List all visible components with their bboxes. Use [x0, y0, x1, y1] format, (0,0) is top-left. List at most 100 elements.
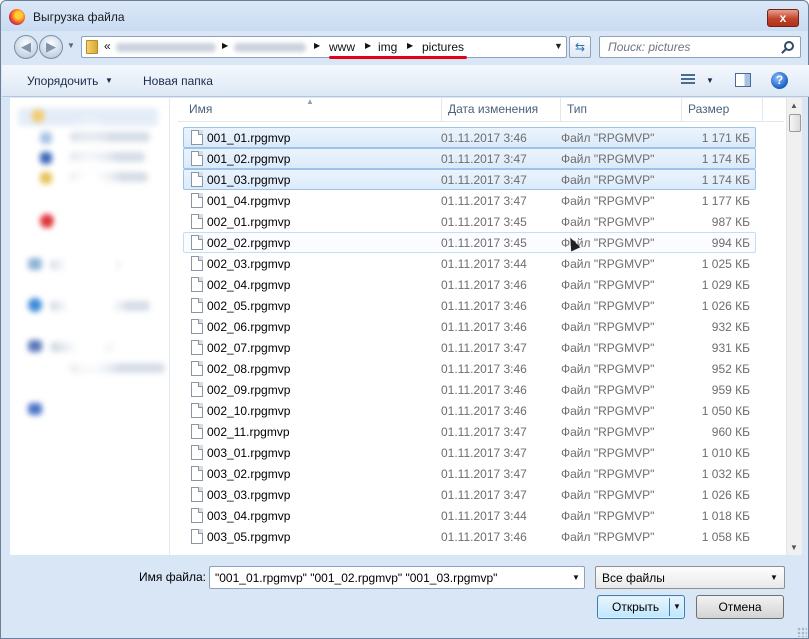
file-date: 01.11.2017 3:45: [441, 215, 527, 229]
refresh-button[interactable]: ⇆: [569, 36, 591, 58]
breadcrumb-arrow-icon[interactable]: ▶: [365, 41, 371, 50]
file-row[interactable]: 003_03.rpgmvp 01.11.2017 3:47 Файл "RPGMVP…: [183, 484, 756, 505]
pane-splitter[interactable]: [169, 98, 178, 555]
file-type: Файл "RPGMVP": [561, 404, 655, 418]
breadcrumb-overflow[interactable]: «: [104, 39, 111, 53]
recent-pages-caret[interactable]: ▼: [67, 41, 75, 50]
file-icon: [191, 193, 203, 208]
view-options-icon[interactable]: [681, 74, 695, 86]
breadcrumb-www[interactable]: www: [329, 40, 355, 54]
file-name: 002_09.rpgmvp: [207, 383, 291, 397]
file-name: 003_04.rpgmvp: [207, 509, 291, 523]
breadcrumb-arrow-icon[interactable]: ▶: [222, 41, 228, 50]
file-name: 002_08.rpgmvp: [207, 362, 291, 376]
file-row[interactable]: 003_02.rpgmvp 01.11.2017 3:47 Файл "RPGMVP…: [183, 463, 756, 484]
file-row[interactable]: 002_01.rpgmvp 01.11.2017 3:45 Файл "RPGMVP…: [183, 211, 756, 232]
scroll-thumb[interactable]: [789, 114, 801, 132]
file-row[interactable]: 003_04.rpgmvp 01.11.2017 3:44 Файл "RPGMVP…: [183, 505, 756, 526]
file-date: 01.11.2017 3:47: [441, 194, 527, 208]
file-type: Файл "RPGMVP": [561, 362, 655, 376]
organize-button[interactable]: Упорядочить: [27, 74, 98, 88]
column-name[interactable]: Имя: [189, 102, 212, 116]
file-size: 960 КБ: [711, 425, 750, 439]
column-separator[interactable]: [762, 98, 763, 122]
file-icon: [191, 277, 203, 292]
file-list[interactable]: ▲ Имя Дата изменения Тип Размер 001_01.r…: [178, 98, 784, 555]
chevron-down-icon[interactable]: ▼: [105, 76, 113, 85]
file-row[interactable]: 001_01.rpgmvp 01.11.2017 3:46 Файл "RPGMVP…: [183, 127, 756, 148]
breadcrumb-arrow-icon[interactable]: ▶: [407, 41, 413, 50]
chevron-down-icon[interactable]: ▼: [770, 573, 778, 582]
title-bar[interactable]: Выгрузка файла x: [1, 1, 808, 31]
column-date[interactable]: Дата изменения: [448, 102, 538, 116]
scroll-down-icon[interactable]: ▼: [790, 543, 798, 552]
file-name: 002_01.rpgmvp: [207, 215, 291, 229]
help-icon[interactable]: ?: [771, 72, 788, 89]
file-type: Файл "RPGMVP": [561, 257, 655, 271]
file-icon: [191, 529, 203, 544]
file-row[interactable]: 002_06.rpgmvp 01.11.2017 3:46 Файл "RPGMVP…: [183, 316, 756, 337]
file-name: 003_05.rpgmvp: [207, 530, 291, 544]
command-toolbar: Упорядочить ▼ Новая папка ▼ ?: [2, 65, 809, 97]
forward-button[interactable]: ▶: [39, 35, 63, 59]
address-dropdown-icon[interactable]: ▼: [554, 41, 563, 51]
close-button[interactable]: x: [767, 9, 799, 27]
folder-icon: [86, 40, 98, 54]
file-row[interactable]: 002_11.rpgmvp 01.11.2017 3:47 Файл "RPGMVP…: [183, 421, 756, 442]
search-input[interactable]: Поиск: pictures: [599, 36, 801, 58]
file-type-select[interactable]: Все файлы ▼: [595, 566, 785, 589]
file-size: 1 032 КБ: [701, 467, 750, 481]
preview-pane-icon[interactable]: [735, 73, 751, 87]
search-icon[interactable]: [784, 41, 794, 51]
column-separator[interactable]: [681, 98, 682, 122]
file-type: Файл "RPGMVP": [561, 425, 655, 439]
filename-label: Имя файла:: [139, 570, 206, 584]
resize-grip-icon[interactable]: [797, 627, 807, 637]
chevron-down-icon[interactable]: ▼: [706, 76, 714, 85]
file-row[interactable]: 002_05.rpgmvp 01.11.2017 3:46 Файл "RPGMVP…: [183, 295, 756, 316]
file-row[interactable]: 002_10.rpgmvp 01.11.2017 3:46 Файл "RPGMVP…: [183, 400, 756, 421]
column-separator[interactable]: [441, 98, 442, 122]
file-upload-dialog: Выгрузка файла x ◀ ▶ ▼ « ▶ ▶ www ▶ img ▶…: [0, 0, 809, 639]
file-row[interactable]: 002_08.rpgmvp 01.11.2017 3:46 Файл "RPGMVP…: [183, 358, 756, 379]
file-row[interactable]: 002_02.rpgmvp 01.11.2017 3:45 Файл "RPGMVP…: [183, 232, 756, 253]
breadcrumb-pictures[interactable]: pictures: [422, 40, 464, 54]
file-row[interactable]: 001_04.rpgmvp 01.11.2017 3:47 Файл "RPGMVP…: [183, 190, 756, 211]
column-separator[interactable]: [560, 98, 561, 122]
file-date: 01.11.2017 3:47: [441, 425, 527, 439]
back-button[interactable]: ◀: [14, 35, 38, 59]
file-name: 002_10.rpgmvp: [207, 404, 291, 418]
chevron-down-icon[interactable]: ▼: [572, 573, 580, 582]
file-row[interactable]: 001_03.rpgmvp 01.11.2017 3:47 Файл "RPGMVP…: [183, 169, 756, 190]
file-row[interactable]: 002_04.rpgmvp 01.11.2017 3:46 Файл "RPGMVP…: [183, 274, 756, 295]
column-size[interactable]: Размер: [688, 102, 729, 116]
file-size: 931 КБ: [711, 341, 750, 355]
breadcrumb-img[interactable]: img: [378, 40, 397, 54]
file-type: Файл "RPGMVP": [561, 194, 655, 208]
breadcrumb-arrow-icon[interactable]: ▶: [314, 41, 320, 50]
open-button[interactable]: Открыть ▼: [597, 595, 685, 619]
file-row[interactable]: 001_02.rpgmvp 01.11.2017 3:47 Файл "RPGMVP…: [183, 148, 756, 169]
file-size: 1 029 КБ: [701, 278, 750, 292]
vertical-scrollbar[interactable]: ▲ ▼: [786, 98, 802, 555]
file-name: 003_01.rpgmvp: [207, 446, 291, 460]
file-icon: [191, 508, 203, 523]
blurred-nav-icon: [28, 340, 42, 352]
column-type[interactable]: Тип: [567, 102, 587, 116]
chevron-down-icon[interactable]: ▼: [673, 602, 681, 611]
new-folder-button[interactable]: Новая папка: [143, 74, 213, 88]
cancel-button[interactable]: Отмена: [696, 595, 784, 619]
file-row[interactable]: 003_05.rpgmvp 01.11.2017 3:46 Файл "RPGMVP…: [183, 526, 756, 547]
file-icon: [191, 172, 203, 187]
file-row[interactable]: 003_01.rpgmvp 01.11.2017 3:47 Файл "RPGMVP…: [183, 442, 756, 463]
scroll-up-icon[interactable]: ▲: [790, 101, 798, 110]
file-size: 1 174 КБ: [701, 173, 750, 187]
filename-input[interactable]: "001_01.rpgmvp" "001_02.rpgmvp" "001_03.…: [209, 566, 585, 589]
file-row[interactable]: 002_03.rpgmvp 01.11.2017 3:44 Файл "RPGMVP…: [183, 253, 756, 274]
file-type: Файл "RPGMVP": [561, 152, 655, 166]
file-row[interactable]: 002_07.rpgmvp 01.11.2017 3:47 Файл "RPGMVP…: [183, 337, 756, 358]
file-size: 1 026 КБ: [701, 488, 750, 502]
navigation-pane[interactable]: [10, 98, 169, 555]
address-bar[interactable]: « ▶ ▶ www ▶ img ▶ pictures ▼: [81, 36, 567, 59]
file-row[interactable]: 002_09.rpgmvp 01.11.2017 3:46 Файл "RPGMVP…: [183, 379, 756, 400]
